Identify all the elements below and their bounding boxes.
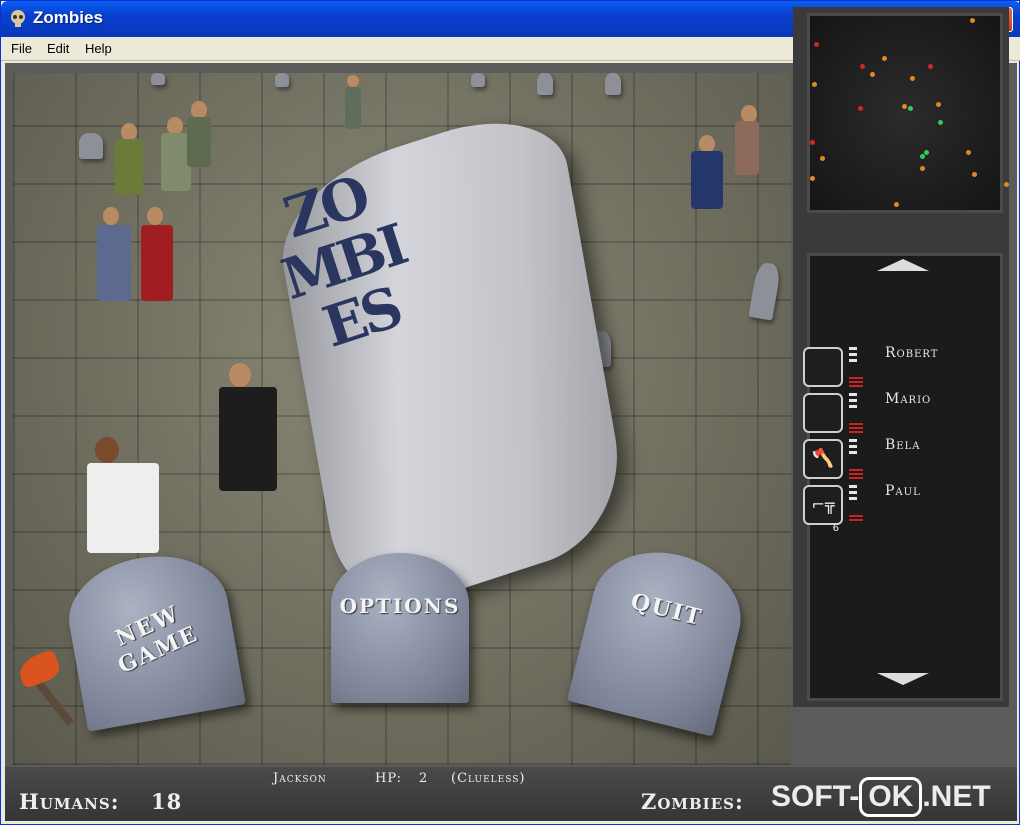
minimap-marker xyxy=(938,120,943,125)
zombies-label: Zombies: xyxy=(641,789,744,814)
minimap-marker xyxy=(858,106,863,111)
human-state: (Clueless) xyxy=(451,771,526,786)
quit-label: QUIT xyxy=(628,588,706,632)
minimap-marker xyxy=(920,166,925,171)
new-game-label: NEW GAME xyxy=(111,600,203,680)
window-title: Zombies xyxy=(33,8,103,27)
minimap-marker xyxy=(894,202,899,207)
watermark: SOFT- OK .NET xyxy=(771,777,991,817)
minimap-marker xyxy=(882,56,887,61)
options-label: OPTIONS xyxy=(339,594,461,618)
scroll-down-arrow-icon[interactable] xyxy=(877,673,929,685)
selected-human-name: Jackson xyxy=(273,771,327,786)
pistol-icon: ⌐╦ xyxy=(811,495,835,514)
human-slot-robert[interactable] xyxy=(803,347,843,387)
gravestone xyxy=(605,73,621,95)
health-bars xyxy=(849,393,865,433)
minimap-marker xyxy=(970,18,975,23)
gravestone xyxy=(151,73,165,85)
health-bars xyxy=(849,485,865,525)
minimap-marker xyxy=(936,102,941,107)
watermark-box: OK xyxy=(859,777,923,817)
minimap-marker xyxy=(810,176,815,181)
minimap-marker xyxy=(810,140,815,145)
minimap-marker xyxy=(966,150,971,155)
minimap-marker xyxy=(908,106,913,111)
minimap-marker xyxy=(920,154,925,159)
minimap-marker xyxy=(812,82,817,87)
humans-count: 18 xyxy=(151,789,183,814)
minimap-marker xyxy=(870,72,875,77)
humans-label: Humans: xyxy=(19,789,120,814)
ammo-count: 6 xyxy=(832,523,839,534)
human-name-robert[interactable]: Robert xyxy=(885,345,938,361)
minimap-marker xyxy=(972,172,977,177)
skull-icon xyxy=(11,10,25,27)
minimap-marker xyxy=(924,150,929,155)
gravestone xyxy=(275,73,289,87)
human-name-paul[interactable]: Paul xyxy=(885,483,921,499)
minimap-marker xyxy=(928,64,933,69)
axe-icon: 🪓 xyxy=(811,448,835,469)
menu-edit[interactable]: Edit xyxy=(47,41,69,56)
minimap[interactable] xyxy=(807,13,1009,213)
minimap-marker xyxy=(814,42,819,47)
minimap-marker xyxy=(1004,182,1009,187)
menu-help[interactable]: Help xyxy=(85,41,112,56)
game-window: Zombies ⇔ ⇱ _ □ ✕ File Edit Help xyxy=(0,0,1020,825)
scroll-up-arrow-icon[interactable] xyxy=(877,259,929,271)
health-bars xyxy=(849,439,865,479)
human-slot-paul[interactable]: ⌐╦ 6 xyxy=(803,485,843,534)
hp-value: 2 xyxy=(419,771,429,786)
options-button[interactable]: OPTIONS xyxy=(331,553,469,703)
minimap-marker xyxy=(820,156,825,161)
health-bars xyxy=(849,347,865,387)
menu-file[interactable]: File xyxy=(11,41,32,56)
minimap-marker xyxy=(902,104,907,109)
human-name-mario[interactable]: Mario xyxy=(885,391,931,407)
gravestone xyxy=(537,73,553,95)
human-name-bela[interactable]: Bela xyxy=(885,437,920,453)
hp-label: HP: xyxy=(375,771,403,786)
human-slot-mario[interactable] xyxy=(803,393,843,433)
watermark-text: SOFT- xyxy=(771,780,860,813)
minimap-marker xyxy=(910,76,915,81)
gravestone xyxy=(471,73,485,87)
gravestone xyxy=(79,133,103,159)
minimap-marker xyxy=(860,64,865,69)
watermark-suffix: .NET xyxy=(922,780,991,813)
human-slot-bela[interactable]: 🪓 xyxy=(803,439,843,479)
